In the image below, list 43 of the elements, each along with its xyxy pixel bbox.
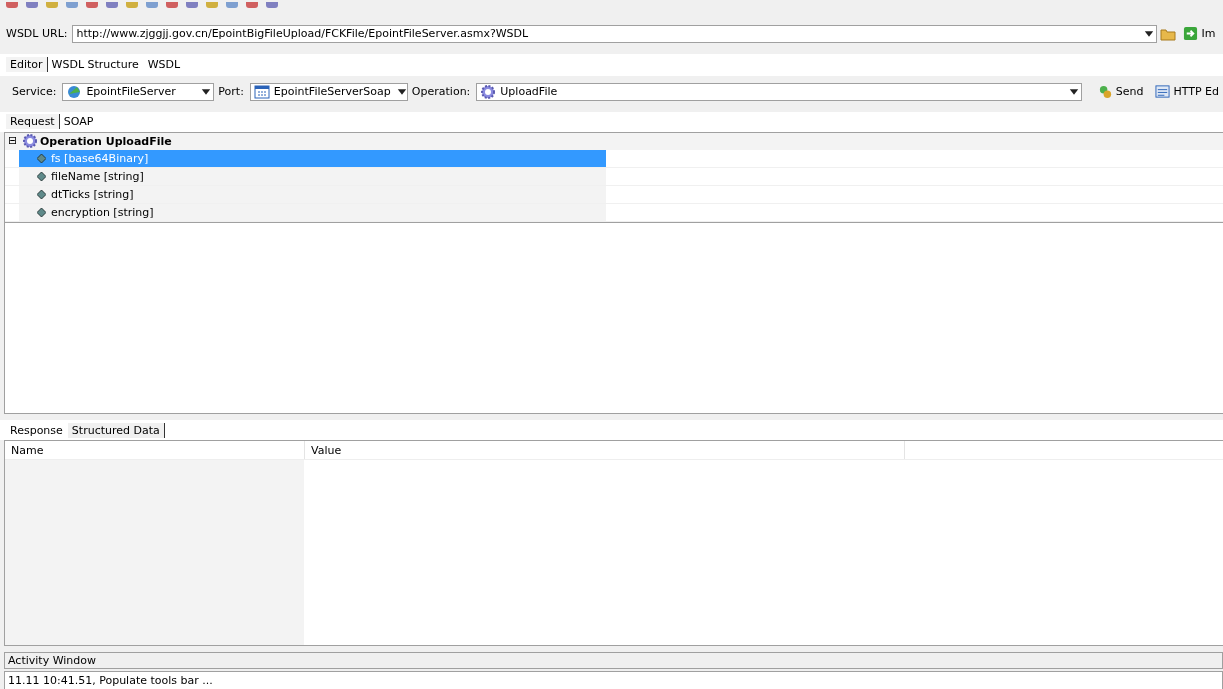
tab[interactable]: WSDL Structure	[47, 57, 144, 73]
service-label: Service:	[12, 85, 57, 99]
toolbar-icon[interactable]	[206, 1, 218, 8]
activity-window-title: Activity Window	[8, 654, 96, 668]
toolbar-icon[interactable]	[6, 1, 18, 8]
toolbar-icon[interactable]	[26, 1, 38, 8]
globe-icon	[66, 83, 83, 100]
toolbar-icon[interactable]	[186, 1, 198, 8]
document-icon	[1155, 84, 1171, 100]
column-header[interactable]: Name	[5, 441, 305, 460]
grid-icon	[253, 83, 270, 100]
log-line: 11.11 10:41.51, Populate tools bar ...	[7, 673, 214, 689]
tab[interactable]: Structured Data	[67, 422, 165, 438]
port-dropdown[interactable]: EpointFileServerSoap	[249, 82, 408, 101]
toolbar-icon[interactable]	[126, 1, 138, 8]
import-button[interactable]: Im	[1179, 26, 1220, 42]
column-header[interactable]: Value	[305, 441, 905, 460]
operation-label: Operation:	[411, 85, 471, 99]
tab[interactable]: WSDL	[143, 57, 186, 73]
http-editor-button[interactable]: HTTP Ed	[1151, 84, 1223, 100]
gear-icon	[480, 83, 497, 100]
toolbar-icon[interactable]	[266, 1, 278, 8]
collapse-icon[interactable]: ⊟	[8, 135, 20, 147]
toolbar-icon[interactable]	[46, 1, 58, 8]
port-label: Port:	[218, 85, 244, 99]
tab[interactable]: Editor	[6, 57, 48, 73]
tab[interactable]: Response	[6, 422, 68, 438]
service-dropdown[interactable]: EpointFileServer	[62, 82, 215, 101]
tab[interactable]: Request	[6, 114, 60, 130]
wsdl-url-label: WSDL URL:	[6, 27, 68, 41]
toolbar-icon[interactable]	[226, 1, 238, 8]
toolbar-icon[interactable]	[146, 1, 158, 8]
toolbar-icon[interactable]	[106, 1, 118, 8]
operation-dropdown[interactable]: UploadFile	[476, 82, 1082, 101]
send-button[interactable]: Send	[1093, 84, 1148, 100]
tree-item[interactable]: Operation UploadFile	[40, 134, 172, 148]
wsdl-url-field[interactable]: http://www.zjggjj.gov.cn/EpointBigFileUpload/FCKFile/EpointFileServer.asmx?WSDL	[72, 24, 1158, 43]
tab[interactable]: SOAP	[59, 114, 99, 130]
toolbar-icon[interactable]	[246, 1, 258, 8]
coins-icon	[1097, 84, 1113, 100]
toolbar-icon[interactable]	[66, 1, 78, 8]
toolbar-icon[interactable]	[86, 1, 98, 8]
toolbar-icon[interactable]	[166, 1, 178, 8]
